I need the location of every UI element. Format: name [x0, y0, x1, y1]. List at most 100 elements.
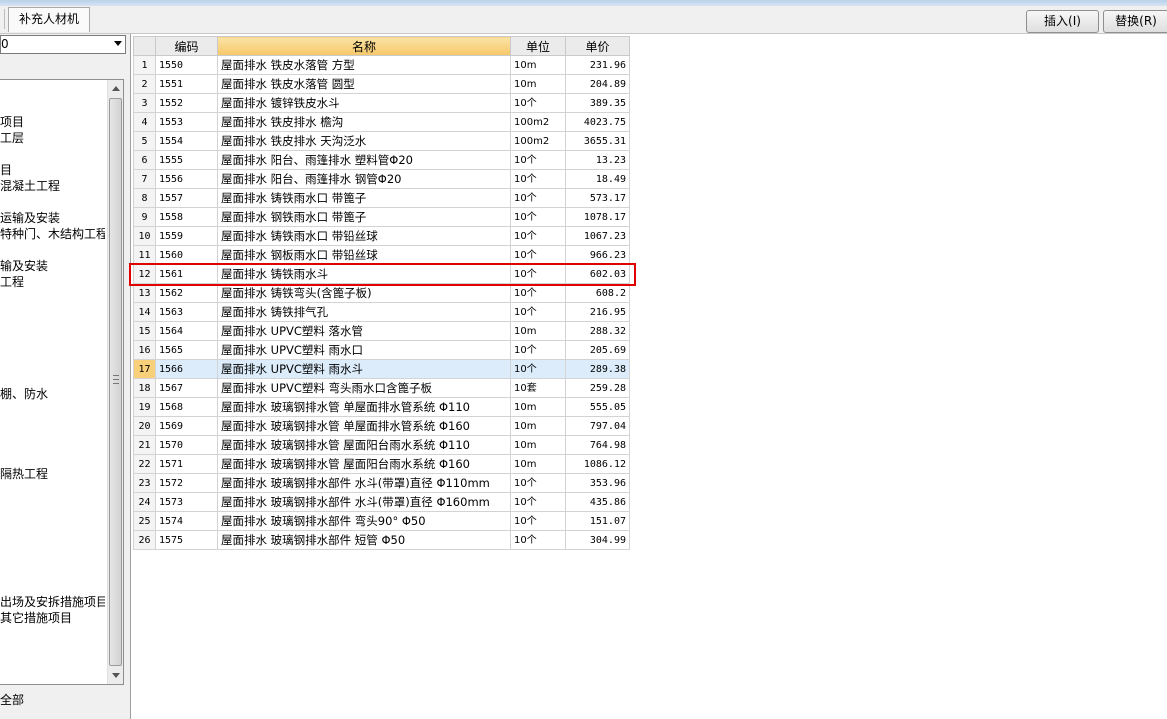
row-number[interactable]: 20	[133, 416, 156, 436]
cell-unit[interactable]: 10个	[510, 188, 566, 208]
table-row[interactable]: 1 1550 屋面排水 铁皮水落管 方型 10m 231.96	[133, 55, 630, 75]
tree-item[interactable]: 棚、防水	[0, 386, 105, 402]
row-number[interactable]: 5	[133, 131, 156, 151]
tree-item[interactable]: 工程	[0, 274, 105, 290]
tree-item[interactable]: 输及安装	[0, 258, 105, 274]
cell-unit[interactable]: 10个	[510, 264, 566, 284]
cell-unit[interactable]: 10m	[510, 397, 566, 417]
cell-name[interactable]: 屋面排水 玻璃钢排水管 单屋面排水管系统 Φ110	[217, 397, 511, 417]
row-number[interactable]: 17	[133, 359, 156, 379]
cell-unit[interactable]: 10个	[510, 226, 566, 246]
table-row[interactable]: 22 1571 屋面排水 玻璃钢排水管 屋面阳台雨水系统 Φ160 10m 1086.1…	[133, 454, 630, 474]
row-number[interactable]: 11	[133, 245, 156, 265]
cell-unit[interactable]: 10m	[510, 454, 566, 474]
table-row[interactable]: 18 1567 屋面排水 UPVC塑料 弯头雨水口含篦子板 10套 259.28	[133, 378, 630, 398]
cell-code[interactable]: 1558	[155, 207, 218, 227]
row-number[interactable]: 15	[133, 321, 156, 341]
tree-item[interactable]: 项目	[0, 114, 105, 130]
cell-name[interactable]: 屋面排水 铸铁弯头(含篦子板)	[217, 283, 511, 303]
cell-code[interactable]: 1564	[155, 321, 218, 341]
tree-item[interactable]: 运输及安装	[0, 210, 105, 226]
cell-price[interactable]: 204.89	[565, 74, 630, 94]
cell-price[interactable]: 205.69	[565, 340, 630, 360]
row-number[interactable]: 13	[133, 283, 156, 303]
cell-unit[interactable]: 10个	[510, 530, 566, 550]
cell-unit[interactable]: 10个	[510, 245, 566, 265]
cell-price[interactable]: 555.05	[565, 397, 630, 417]
table-row[interactable]: 17 1566 屋面排水 UPVC塑料 雨水斗 10个 289.38	[133, 359, 630, 379]
cell-name[interactable]: 屋面排水 铸铁雨水口 带篦子	[217, 188, 511, 208]
table-row[interactable]: 25 1574 屋面排水 玻璃钢排水部件 弯头90° Φ50 10个 151.07	[133, 511, 630, 531]
cell-name[interactable]: 屋面排水 玻璃钢排水部件 短管 Φ50	[217, 530, 511, 550]
table-row[interactable]: 5 1554 屋面排水 铁皮排水 天沟泛水 100m2 3655.31	[133, 131, 630, 151]
cell-code[interactable]: 1557	[155, 188, 218, 208]
cell-code[interactable]: 1571	[155, 454, 218, 474]
cell-price[interactable]: 602.03	[565, 264, 630, 284]
cell-unit[interactable]: 10m	[510, 435, 566, 455]
cell-unit[interactable]: 10个	[510, 340, 566, 360]
cell-unit[interactable]: 10套	[510, 378, 566, 398]
table-row[interactable]: 19 1568 屋面排水 玻璃钢排水管 单屋面排水管系统 Φ110 10m 555.05	[133, 397, 630, 417]
column-header-code[interactable]: 编码	[155, 36, 218, 56]
cell-name[interactable]: 屋面排水 铸铁雨水口 带铅丝球	[217, 226, 511, 246]
cell-code[interactable]: 1563	[155, 302, 218, 322]
cell-code[interactable]: 1559	[155, 226, 218, 246]
cell-code[interactable]: 1555	[155, 150, 218, 170]
replace-button[interactable]: 替换(R)	[1103, 10, 1167, 33]
cell-name[interactable]: 屋面排水 铁皮水落管 圆型	[217, 74, 511, 94]
cell-name[interactable]: 屋面排水 铸铁雨水斗	[217, 264, 511, 284]
table-row[interactable]: 2 1551 屋面排水 铁皮水落管 圆型 10m 204.89	[133, 74, 630, 94]
tab-supplementary-materials[interactable]: 补充人材机	[8, 7, 90, 32]
cell-price[interactable]: 216.95	[565, 302, 630, 322]
cell-price[interactable]: 289.38	[565, 359, 630, 379]
cell-price[interactable]: 151.07	[565, 511, 630, 531]
cell-code[interactable]: 1553	[155, 112, 218, 132]
cell-unit[interactable]: 100m2	[510, 112, 566, 132]
insert-button[interactable]: 插入(I)	[1026, 10, 1099, 33]
column-header-name[interactable]: 名称	[217, 36, 511, 56]
row-number[interactable]: 24	[133, 492, 156, 512]
cell-name[interactable]: 屋面排水 玻璃钢排水管 屋面阳台雨水系统 Φ110	[217, 435, 511, 455]
table-row[interactable]: 8 1557 屋面排水 铸铁雨水口 带篦子 10个 573.17	[133, 188, 630, 208]
chevron-down-icon[interactable]	[114, 41, 122, 46]
cell-unit[interactable]: 10个	[510, 93, 566, 113]
cell-price[interactable]: 966.23	[565, 245, 630, 265]
cell-name[interactable]: 屋面排水 钢板雨水口 带铅丝球	[217, 245, 511, 265]
cell-name[interactable]: 屋面排水 玻璃钢排水管 单屋面排水管系统 Φ160	[217, 416, 511, 436]
row-number[interactable]: 16	[133, 340, 156, 360]
cell-name[interactable]: 屋面排水 铸铁排气孔	[217, 302, 511, 322]
table-row[interactable]: 13 1562 屋面排水 铸铁弯头(含篦子板) 10个 608.2	[133, 283, 630, 303]
cell-unit[interactable]: 10个	[510, 207, 566, 227]
cell-name[interactable]: 屋面排水 铁皮排水 天沟泛水	[217, 131, 511, 151]
row-number[interactable]: 1	[133, 55, 156, 75]
table-row[interactable]: 24 1573 屋面排水 玻璃钢排水部件 水斗(带罩)直径 Φ160mm 10个 435…	[133, 492, 630, 512]
cell-name[interactable]: 屋面排水 UPVC塑料 雨水斗	[217, 359, 511, 379]
header-corner[interactable]	[133, 36, 156, 56]
cell-unit[interactable]: 10m	[510, 55, 566, 75]
row-number[interactable]: 19	[133, 397, 156, 417]
scroll-down-arrow-icon[interactable]	[112, 673, 120, 678]
row-number[interactable]: 6	[133, 150, 156, 170]
table-row[interactable]: 4 1553 屋面排水 铁皮排水 檐沟 100m2 4023.75	[133, 112, 630, 132]
row-number[interactable]: 14	[133, 302, 156, 322]
cell-code[interactable]: 1575	[155, 530, 218, 550]
cell-name[interactable]: 屋面排水 玻璃钢排水管 屋面阳台雨水系统 Φ160	[217, 454, 511, 474]
scrollbar-thumb[interactable]	[109, 98, 122, 666]
category-select[interactable]: 0	[0, 35, 126, 54]
cell-code[interactable]: 1562	[155, 283, 218, 303]
cell-price[interactable]: 764.98	[565, 435, 630, 455]
row-number[interactable]: 22	[133, 454, 156, 474]
row-number[interactable]: 12	[133, 264, 156, 284]
cell-price[interactable]: 4023.75	[565, 112, 630, 132]
row-number[interactable]: 7	[133, 169, 156, 189]
column-header-price[interactable]: 单价	[565, 36, 630, 56]
cell-price[interactable]: 13.23	[565, 150, 630, 170]
row-number[interactable]: 8	[133, 188, 156, 208]
cell-price[interactable]: 389.35	[565, 93, 630, 113]
cell-unit[interactable]: 10个	[510, 359, 566, 379]
row-number[interactable]: 21	[133, 435, 156, 455]
cell-name[interactable]: 屋面排水 玻璃钢排水部件 水斗(带罩)直径 Φ110mm	[217, 473, 511, 493]
cell-unit[interactable]: 10个	[510, 492, 566, 512]
row-number[interactable]: 23	[133, 473, 156, 493]
table-row[interactable]: 9 1558 屋面排水 钢铁雨水口 带篦子 10个 1078.17	[133, 207, 630, 227]
